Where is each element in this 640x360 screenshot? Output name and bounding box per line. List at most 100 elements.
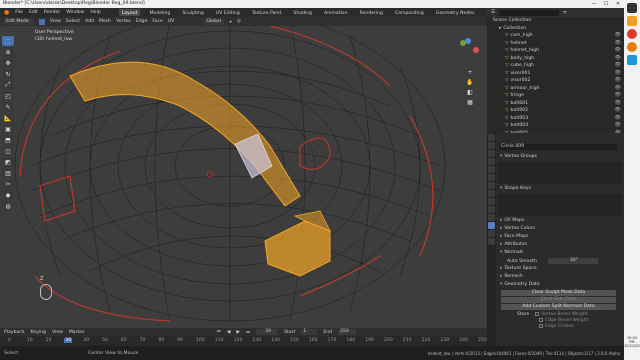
outliner-item[interactable]: ▽ visor002 👁 xyxy=(493,77,624,85)
inset-icon[interactable]: ◫ xyxy=(2,146,14,156)
play-reverse-icon[interactable]: ◀ xyxy=(227,330,231,335)
mode-selector[interactable]: Edit Mode xyxy=(4,18,34,25)
tab-geometry-nodes[interactable]: Geometry Nodes xyxy=(433,9,478,16)
section-attributes[interactable]: Attributes xyxy=(487,241,624,249)
outliner-collection[interactable]: ▸ Collection xyxy=(493,25,624,33)
visibility-eye-icon[interactable]: 👁 xyxy=(615,70,621,78)
outliner-search[interactable] xyxy=(499,9,560,16)
menu-playback[interactable]: Playback xyxy=(4,330,25,335)
visibility-eye-icon[interactable]: 👁 xyxy=(615,77,621,85)
menu-edge[interactable]: Edge xyxy=(136,19,148,24)
tab-compositing[interactable]: Compositing xyxy=(392,9,427,16)
menu-keying[interactable]: Keying xyxy=(31,330,46,335)
outliner-item[interactable]: ▽ fringe 👁 xyxy=(493,92,624,100)
blender-logo-icon[interactable]: ● xyxy=(4,8,9,17)
visibility-eye-icon[interactable]: 👁 xyxy=(615,85,621,93)
extrude-icon[interactable]: ⬒ xyxy=(2,135,14,145)
snap-icon[interactable]: ⌖ xyxy=(229,19,232,25)
auto-smooth-angle-field[interactable]: 30° xyxy=(547,258,598,264)
ortho-toggle-icon[interactable]: ▦ xyxy=(465,98,475,107)
tab-layout[interactable]: Layout xyxy=(118,9,141,16)
tool-tab-icon[interactable] xyxy=(488,134,495,141)
vertex-select-icon[interactable] xyxy=(39,18,45,25)
start-frame-field[interactable]: 1 xyxy=(301,329,318,335)
transform-icon[interactable]: ◰ xyxy=(2,91,14,101)
jump-end-icon[interactable]: ⏭ xyxy=(246,329,250,335)
chrome-icon[interactable] xyxy=(627,29,637,39)
constraints-tab-icon[interactable] xyxy=(488,214,495,221)
rotate-icon[interactable]: ↻ xyxy=(2,69,14,79)
outliner-item[interactable]: ▽ bolt002 👁 xyxy=(493,107,624,115)
section-vertex-colors[interactable]: Vertex Colors xyxy=(487,225,624,233)
move-icon[interactable]: ✥ xyxy=(2,58,14,68)
texture-tab-icon[interactable] xyxy=(488,238,495,245)
section-geometry-data[interactable]: Geometry Data xyxy=(487,281,624,289)
visibility-eye-icon[interactable]: 👁 xyxy=(615,55,621,63)
section-uv-maps[interactable]: UV Maps xyxy=(487,217,624,225)
outliner-icon[interactable]: ☰ xyxy=(491,10,495,15)
render-tab-icon[interactable] xyxy=(488,142,495,149)
menu-render[interactable]: Render xyxy=(44,8,60,17)
menu-mesh[interactable]: Mesh xyxy=(99,19,111,24)
app-icon[interactable] xyxy=(627,55,637,65)
outliner-item[interactable]: ▽ helmet_high 👁 xyxy=(493,47,624,55)
visibility-eye-icon[interactable]: 👁 xyxy=(615,40,621,48)
gizmo-z-icon[interactable] xyxy=(465,38,471,44)
visibility-eye-icon[interactable]: 👁 xyxy=(615,115,621,123)
maximize-button[interactable]: ☐ xyxy=(600,0,612,8)
outliner-scene-collection[interactable]: Scene Collection xyxy=(493,17,624,25)
add-custom-normals-button[interactable]: Add Custom Split Normals Data xyxy=(501,304,616,310)
tab-texture-paint[interactable]: Texture Paint xyxy=(249,9,285,16)
proportional-edit-icon[interactable]: ◎ xyxy=(237,19,241,24)
visibility-eye-icon[interactable]: 👁 xyxy=(615,100,621,108)
cursor-icon[interactable]: ⊕ xyxy=(2,47,14,57)
orientation-selector[interactable]: Global xyxy=(204,18,225,25)
output-tab-icon[interactable] xyxy=(488,150,495,157)
clear-sculpt-mask-button[interactable]: Clear Sculpt Mask Data xyxy=(501,290,616,296)
menu-timeline-view[interactable]: View xyxy=(52,330,63,335)
tab-sculpting[interactable]: Sculpting xyxy=(179,9,206,16)
menu-add[interactable]: Add xyxy=(85,19,94,24)
visibility-eye-icon[interactable]: 👁 xyxy=(615,47,621,55)
navigation-gizmo[interactable] xyxy=(455,38,481,64)
current-frame-field[interactable]: 30 xyxy=(256,329,279,335)
clear-skin-data-button[interactable]: Clear Skin Data xyxy=(501,297,616,303)
material-tab-icon[interactable] xyxy=(488,230,495,237)
3d-viewport[interactable]: User Perspective (30) helmet_low + ✋ ◧ ▦… xyxy=(0,26,487,328)
menu-uv[interactable]: UV xyxy=(168,19,175,24)
scale-icon[interactable]: ⤢ xyxy=(2,80,14,90)
camera-view-icon[interactable]: ◧ xyxy=(465,88,475,97)
close-button[interactable]: ✕ xyxy=(612,0,624,8)
section-remesh[interactable]: Remesh xyxy=(487,273,624,281)
measure-icon[interactable]: 📐 xyxy=(2,113,14,123)
minimize-button[interactable]: — xyxy=(588,0,600,8)
end-frame-field[interactable]: 250 xyxy=(338,329,357,335)
mesh-data-tab-icon[interactable] xyxy=(488,222,495,229)
menu-window[interactable]: Window xyxy=(66,8,84,17)
start-icon[interactable] xyxy=(627,3,637,13)
menu-file[interactable]: File xyxy=(15,8,23,17)
menu-view[interactable]: View xyxy=(50,19,61,24)
scene-tab-icon[interactable] xyxy=(488,166,495,173)
outliner-item[interactable]: ▽ bolt003 👁 xyxy=(493,115,624,123)
timeline-ruler[interactable]: 0 10 20 30 40 50 60 70 80 90 100 110 120 130 140 150 160… xyxy=(0,336,487,346)
section-normals[interactable]: Normals xyxy=(487,249,624,257)
edge-bevel-checkbox[interactable] xyxy=(539,318,543,322)
menu-select[interactable]: Select xyxy=(66,19,80,24)
section-vertex-groups[interactable]: Vertex Groups xyxy=(487,153,624,161)
outliner-item[interactable]: ▽ body_high 👁 xyxy=(493,55,624,63)
knife-icon[interactable]: ✂ xyxy=(2,179,14,189)
tab-shading[interactable]: Shading xyxy=(290,9,315,16)
bevel-icon[interactable]: ◩ xyxy=(2,157,14,167)
object-name-field[interactable]: Circle.009 xyxy=(499,144,617,150)
edge-crease-checkbox[interactable] xyxy=(539,324,543,328)
filter-icon[interactable]: ⛛ xyxy=(563,10,567,16)
outliner-item[interactable]: ▽ cam_high 👁 xyxy=(493,32,624,40)
outliner-item[interactable]: ▽ helmet 👁 xyxy=(493,40,624,48)
gizmo-x-icon[interactable] xyxy=(473,47,479,53)
outliner-item[interactable]: ▽ bolt001 👁 xyxy=(493,100,624,108)
add-cube-icon[interactable]: ▣ xyxy=(2,124,14,134)
shape-keys-list[interactable] xyxy=(498,194,622,216)
section-shape-keys[interactable]: Shape Keys xyxy=(487,185,624,193)
physics-tab-icon[interactable] xyxy=(488,206,495,213)
